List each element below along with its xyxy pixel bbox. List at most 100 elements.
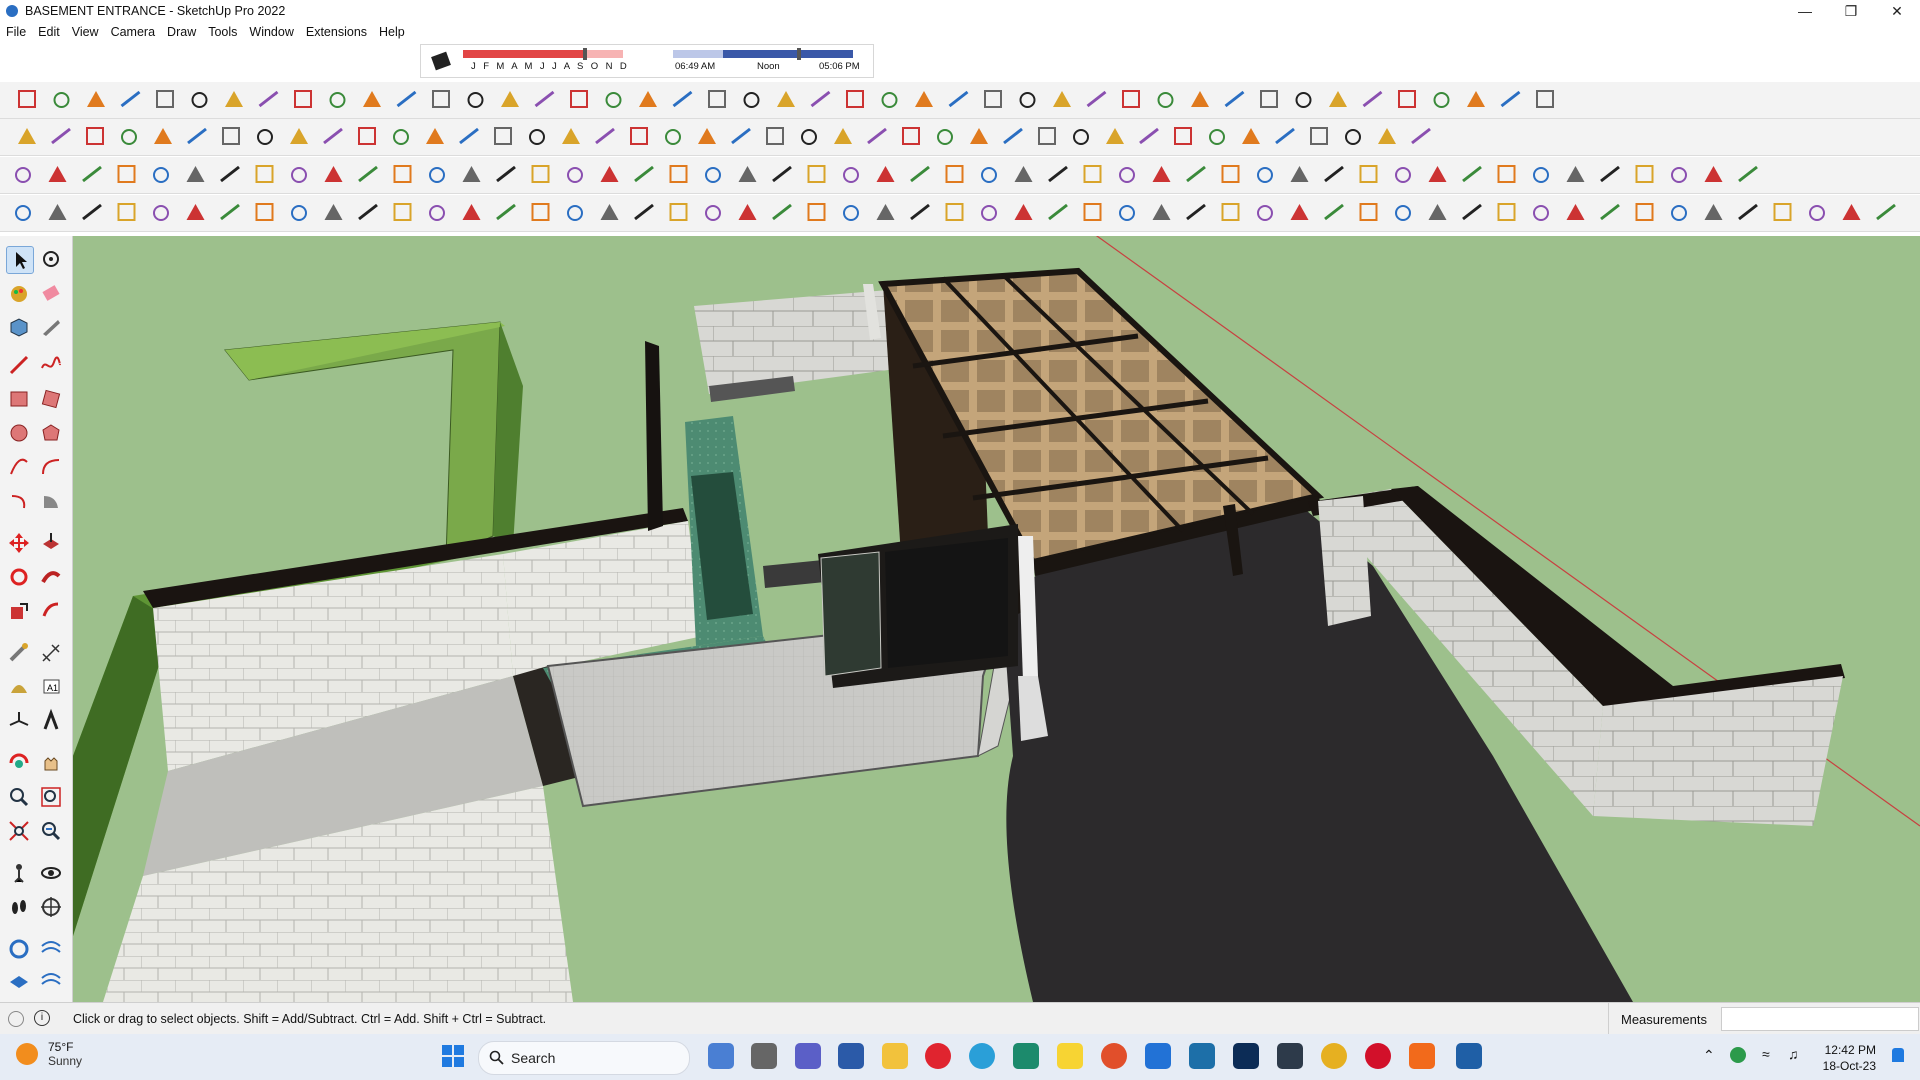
toolbar-button-icon[interactable]: [494, 127, 512, 145]
toolbar-button-icon[interactable]: [1038, 127, 1056, 145]
toolbar-button-icon[interactable]: [1704, 204, 1723, 220]
toolbar-button-icon[interactable]: [529, 129, 545, 145]
grammarly-icon[interactable]: [1101, 1043, 1127, 1069]
toolbar-button-icon[interactable]: [570, 90, 588, 108]
toolbar-button-icon[interactable]: [82, 165, 102, 183]
menu-draw[interactable]: Draw: [161, 25, 202, 39]
3d-text-icon[interactable]: [38, 708, 64, 734]
component-icon[interactable]: [6, 314, 32, 340]
toolbar-button-icon[interactable]: [777, 91, 795, 107]
toolbar-button-icon[interactable]: [1003, 127, 1023, 145]
toolbar-button-icon[interactable]: [393, 165, 412, 183]
toolbar-button-icon[interactable]: [669, 165, 688, 183]
toolbar-button-icon[interactable]: [708, 90, 726, 108]
model-viewport[interactable]: [73, 236, 1920, 1002]
task-view-icon[interactable]: [751, 1043, 777, 1069]
close-button[interactable]: ✕: [1874, 0, 1920, 22]
geo-location-icon[interactable]: [8, 1011, 24, 1027]
toolbar-button-icon[interactable]: [1119, 205, 1135, 221]
toolbar-row-3-icons[interactable]: [0, 157, 1920, 193]
toolbar-button-icon[interactable]: [843, 167, 859, 183]
toolbar-button-icon[interactable]: [1014, 166, 1033, 182]
toolbar-button-icon[interactable]: [810, 90, 831, 108]
toolbar-button-icon[interactable]: [255, 165, 274, 183]
toolbar-button-icon[interactable]: [772, 203, 792, 221]
toolbar-button-icon[interactable]: [15, 167, 31, 183]
offset-tool-icon[interactable]: [38, 598, 64, 624]
toolbar-button-icon[interactable]: [945, 165, 964, 183]
toolbar-button-icon[interactable]: [82, 203, 102, 221]
toolbar-button-icon[interactable]: [1119, 167, 1135, 183]
toolbar-button-icon[interactable]: [600, 166, 619, 182]
toolbar-button-icon[interactable]: [1809, 205, 1825, 221]
menu-view[interactable]: View: [66, 25, 105, 39]
toolbar-button-icon[interactable]: [1139, 127, 1159, 145]
toolbar-button-icon[interactable]: [1359, 203, 1378, 221]
toolbar-button-icon[interactable]: [87, 91, 105, 107]
toolbar-button-icon[interactable]: [1395, 205, 1411, 221]
toolbar-row-1-icons[interactable]: [0, 82, 1920, 118]
toolbar-button-icon[interactable]: [225, 91, 243, 107]
toolbar-button-icon[interactable]: [1362, 90, 1383, 108]
soundcloud-icon[interactable]: [1409, 1043, 1435, 1069]
toolbar-button-icon[interactable]: [1428, 204, 1447, 220]
toolbar-button-icon[interactable]: [1842, 204, 1861, 220]
teams-icon[interactable]: [795, 1043, 821, 1069]
toolbar-button-icon[interactable]: [1428, 166, 1447, 182]
toolbar-button-icon[interactable]: [1462, 165, 1482, 183]
sketchup-taskbar-icon[interactable]: [1456, 1043, 1482, 1069]
toolbar-button-icon[interactable]: [698, 128, 716, 144]
toolbar-button-icon[interactable]: [1083, 165, 1102, 183]
toolbar-button-icon[interactable]: [1536, 90, 1554, 108]
toolbar-button-icon[interactable]: [187, 127, 207, 145]
toolbar-button-icon[interactable]: [363, 91, 381, 107]
network-app-icon[interactable]: [1730, 1047, 1746, 1063]
scale-tool-icon[interactable]: [6, 598, 32, 624]
toolbar-button-icon[interactable]: [358, 203, 378, 221]
toolbar-button-icon[interactable]: [51, 127, 71, 145]
stamp-icon[interactable]: [38, 966, 64, 992]
sketchup-style-icon[interactable]: [1189, 1043, 1215, 1069]
toolbar-button-icon[interactable]: [1221, 165, 1240, 183]
toolbar-button-icon[interactable]: [255, 203, 274, 221]
paint-bucket-icon[interactable]: [6, 280, 32, 306]
menu-edit[interactable]: Edit: [32, 25, 66, 39]
menu-file[interactable]: File: [0, 25, 32, 39]
toolbar-button-icon[interactable]: [1324, 203, 1344, 221]
vector-app-icon[interactable]: [1277, 1043, 1303, 1069]
toolbar-button-icon[interactable]: [910, 165, 930, 183]
toolbar-button-icon[interactable]: [970, 128, 988, 144]
toolbar-button-icon[interactable]: [429, 167, 445, 183]
toolbar-button-icon[interactable]: [329, 92, 346, 108]
follow-me-icon[interactable]: [38, 564, 64, 590]
pinterest-icon[interactable]: [1365, 1043, 1391, 1069]
circle-tool-icon[interactable]: [6, 420, 32, 446]
toolbar-button-icon[interactable]: [1378, 128, 1396, 144]
toolbar-button-icon[interactable]: [1221, 203, 1240, 221]
toolbar-button-icon[interactable]: [496, 165, 516, 183]
zoom-window-icon[interactable]: [38, 784, 64, 810]
walk-tool-icon[interactable]: [6, 894, 32, 920]
toolbar-button-icon[interactable]: [1310, 127, 1328, 145]
pan-tool-icon[interactable]: [38, 750, 64, 776]
toolbar-row-4-icons[interactable]: [0, 195, 1920, 231]
toolbar-button-icon[interactable]: [937, 129, 953, 145]
toolbar-button-icon[interactable]: [1209, 129, 1225, 145]
toolbar-button-icon[interactable]: [731, 127, 751, 145]
toolbar-button-icon[interactable]: [915, 91, 933, 107]
orbit-tool-icon[interactable]: [38, 246, 64, 272]
tray-chevron-icon[interactable]: ⌃: [1703, 1047, 1715, 1064]
toolbar-button-icon[interactable]: [881, 92, 898, 108]
toolbar-button-icon[interactable]: [1174, 127, 1192, 145]
toolbar-button-icon[interactable]: [1257, 205, 1273, 221]
toolbar-button-icon[interactable]: [984, 90, 1002, 108]
toolbar-button-icon[interactable]: [1242, 128, 1260, 144]
toolbar-button-icon[interactable]: [53, 92, 70, 108]
toolbar-button-icon[interactable]: [121, 129, 137, 145]
sandbox-from-contours-icon[interactable]: [6, 936, 32, 962]
toolbar-button-icon[interactable]: [531, 203, 550, 221]
toolbar-button-icon[interactable]: [1671, 205, 1687, 221]
move-tool-icon[interactable]: [6, 530, 32, 556]
sandbox-from-scratch-icon[interactable]: [38, 936, 64, 962]
toolbar-button-icon[interactable]: [1290, 166, 1309, 182]
